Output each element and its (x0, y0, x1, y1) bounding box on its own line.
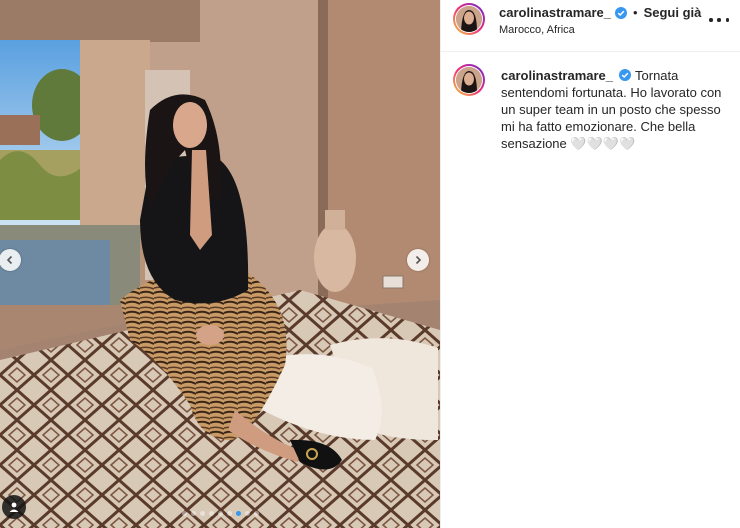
post-photo[interactable] (0, 0, 440, 528)
carousel-dot (253, 511, 259, 516)
next-slide-button[interactable] (407, 249, 429, 271)
carousel-dot (190, 511, 196, 516)
post-location[interactable]: Marocco, Africa (499, 24, 575, 36)
chevron-right-icon (415, 255, 422, 265)
carousel-dot (244, 511, 250, 516)
photo-scene (0, 0, 440, 528)
more-options-icon (709, 18, 713, 22)
avatar-photo (456, 67, 482, 93)
verified-badge-icon (619, 69, 632, 81)
user-tag-icon (9, 502, 19, 512)
carousel-dot (217, 511, 223, 516)
author-avatar[interactable] (453, 3, 485, 35)
caption-author-username[interactable]: carolinastramare_ (501, 68, 613, 83)
chevron-left-icon (6, 255, 13, 265)
separator-dot: • (633, 5, 638, 20)
tagged-users-button[interactable] (2, 495, 26, 519)
carousel-dot (208, 511, 214, 516)
avatar-photo (456, 6, 482, 32)
carousel-dot (235, 511, 241, 516)
previous-slide-button[interactable] (0, 249, 21, 271)
post-details-panel: carolinastramare_ • Segui già Marocco, A… (440, 0, 740, 528)
carousel-indicator (0, 511, 440, 516)
caption-author-avatar[interactable] (453, 64, 485, 96)
author-username[interactable]: carolinastramare_ (499, 5, 611, 20)
more-options-button[interactable] (709, 12, 729, 28)
carousel-dot (181, 511, 187, 516)
caption-text-block: carolinastramare_ Tornata sentendomi fort… (501, 67, 727, 152)
carousel-dot (199, 511, 205, 516)
post-header: carolinastramare_ • Segui già Marocco, A… (441, 0, 740, 52)
following-button[interactable]: Segui già (644, 5, 702, 20)
carousel-dot (226, 511, 232, 516)
verified-badge-icon (615, 6, 628, 19)
